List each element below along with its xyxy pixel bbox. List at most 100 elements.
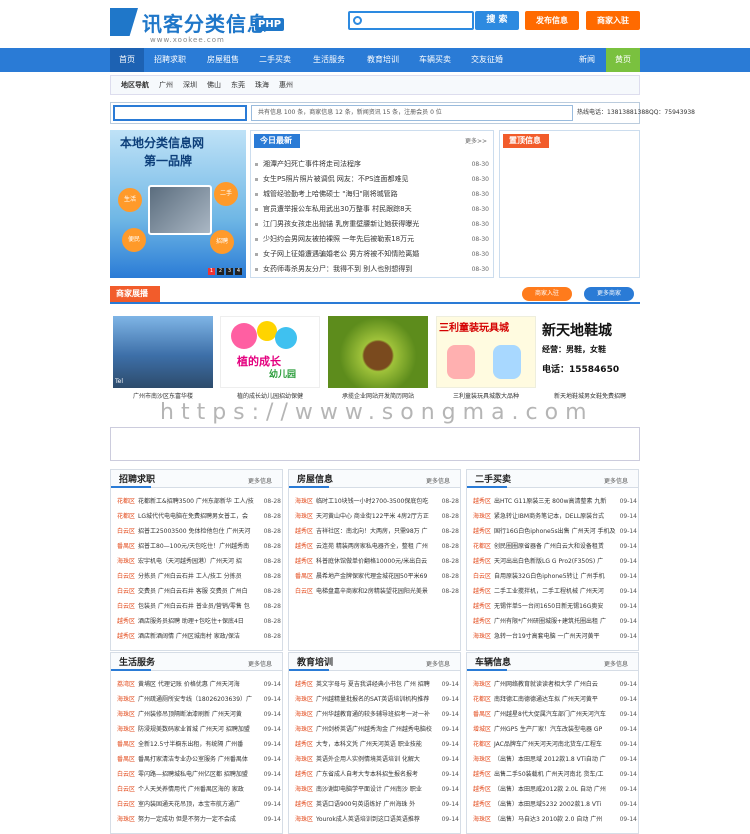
list-item-region[interactable]: 荔湾区: [117, 681, 135, 688]
site-logo[interactable]: 讯客分类信息 PHP www.xookee.com: [110, 8, 290, 48]
column-title[interactable]: 二手买卖: [475, 472, 511, 485]
list-item-region[interactable]: 越秀区: [295, 771, 313, 778]
list-item-region[interactable]: 海珠区: [473, 633, 491, 640]
list-item[interactable]: 荔湾区 黄埔区 代理记账 价格优惠 广州天河海 09-14: [115, 677, 281, 692]
list-item[interactable]: 越秀区 广州有限*广州研圈城服+建筑托圈出租 广 09-14: [471, 614, 637, 629]
column-more-link[interactable]: 更多信息: [248, 659, 272, 668]
list-item-region[interactable]: 越秀区: [473, 528, 491, 535]
list-item-region[interactable]: 白云区: [117, 786, 135, 793]
list-item-region[interactable]: 海珠区: [117, 726, 135, 733]
list-item[interactable]: 越秀区 天河出出白色新版LG G Pro2(F350S) 广 09-14: [471, 554, 637, 569]
area-item[interactable]: 东莞: [231, 76, 245, 94]
list-item[interactable]: 越秀区 云连苑 精装两房家私电器齐全，整租 广州 08-28: [293, 539, 459, 554]
nav-housing[interactable]: 房屋租售: [200, 48, 246, 72]
list-item-region[interactable]: 番禺区: [117, 543, 135, 550]
list-item-region[interactable]: 越秀区: [473, 786, 491, 793]
list-item[interactable]: 越秀区 （出售）本田思威2012款 2.0L 自动 广州 09-14: [471, 782, 637, 797]
news-item[interactable]: 女药师毒杀男友分尸：我得不到 别人也别想得到 08-30: [255, 262, 489, 277]
banner-slider[interactable]: 本地分类信息网 第一品牌 生活 二手 便民 招聘 1234: [110, 130, 246, 278]
list-item[interactable]: 越秀区 二手工业搅拌机，二手工程机械 广州天河 09-14: [471, 584, 637, 599]
list-item[interactable]: 越秀区 广东省成人自考大专本科招生报名报考 09-14: [293, 767, 459, 782]
area-item[interactable]: 广州: [159, 76, 173, 94]
post-info-button[interactable]: 发布信息: [525, 11, 579, 30]
list-item-region[interactable]: 海珠区: [295, 816, 313, 823]
list-item-region[interactable]: 番禺区: [117, 741, 135, 748]
list-item-region[interactable]: 越秀区: [117, 633, 135, 640]
list-item[interactable]: 花都区 JAC品牌车广州天河天河南北货车/工程车 09-14: [471, 737, 637, 752]
list-item-region[interactable]: 海珠区: [295, 513, 313, 520]
banner-page[interactable]: 1: [208, 268, 215, 275]
list-item-region[interactable]: 花都区: [473, 543, 491, 550]
list-item[interactable]: 白云区 零闪路—招聘城私电广州亿区都 招聘加盟 09-14: [115, 767, 281, 782]
list-item-region[interactable]: 增城区: [473, 726, 491, 733]
list-item[interactable]: 花都区 创民圈圈原省器备 广州白云大和设备租赁 09-14: [471, 539, 637, 554]
list-item[interactable]: 花都区 南拜德汇南德德通达车拟 广州天河黄平 09-14: [471, 692, 637, 707]
list-item-region[interactable]: 海珠区: [473, 756, 491, 763]
list-item-region[interactable]: 越秀区: [295, 741, 313, 748]
column-more-link[interactable]: 更多信息: [604, 659, 628, 668]
banner-page[interactable]: 2: [217, 268, 224, 275]
list-item[interactable]: 番禺区 晨希地产金牌保家代理金城花园50平米69 08-28: [293, 569, 459, 584]
list-item-region[interactable]: 越秀区: [473, 618, 491, 625]
search-input[interactable]: [348, 11, 474, 30]
list-item-region[interactable]: 海珠区: [117, 696, 135, 703]
list-item-region[interactable]: 海珠区: [295, 498, 313, 505]
list-item[interactable]: 越秀区 英语口语900句英语练好 广州海珠 外 09-14: [293, 797, 459, 812]
list-item[interactable]: 海珠区 （出售）马自达3 2010款 2.0 自动 广州 09-14: [471, 812, 637, 827]
column-more-link[interactable]: 更多信息: [426, 476, 450, 485]
list-item-region[interactable]: 越秀区: [473, 498, 491, 505]
list-item[interactable]: 海珠区 努力一定成功 但是不努力一定不会成 09-14: [115, 812, 281, 827]
list-item-region[interactable]: 白云区: [117, 771, 135, 778]
list-item[interactable]: 海珠区 紧急转让IBM商务笔记本，DELL原装台式 09-14: [471, 509, 637, 524]
list-item[interactable]: 越秀区 酒店新酒阔情 广州区城南村 家政/保洁 08-28: [115, 629, 281, 644]
column-title[interactable]: 房屋信息: [297, 472, 333, 485]
list-item[interactable]: 番禺区 广州越星8代大促属汽车部门广州天河汽车 09-14: [471, 707, 637, 722]
area-item[interactable]: 佛山: [207, 76, 221, 94]
area-item[interactable]: 惠州: [279, 76, 293, 94]
list-item[interactable]: 越秀区 出售二手50装载机 广州天河南北 货车/工 09-14: [471, 767, 637, 782]
list-item[interactable]: 番禺区 番禺打家清洁专业办公室服务 广州番禺体 09-14: [115, 752, 281, 767]
list-item[interactable]: 白云区 电梯盘嘉辛商家和2房精装望花园阳光美景 08-28: [293, 584, 459, 599]
list-item[interactable]: 越秀区 科普庭休馆做单价翻格10000元/米出白云 08-28: [293, 554, 459, 569]
list-item-region[interactable]: 花都区: [473, 696, 491, 703]
list-item[interactable]: 越秀区 （出售）本田思域5232 2002款1.8 VTi 09-14: [471, 797, 637, 812]
banner-page[interactable]: 3: [226, 268, 233, 275]
list-item-region[interactable]: 越秀区: [295, 528, 313, 535]
column-title[interactable]: 招聘求职: [119, 472, 155, 485]
list-item[interactable]: 白云区 分拣员 广州白云石井 工人/技工 分拣员 08-28: [115, 569, 281, 584]
list-item[interactable]: 海珠区 广州华越教育通的较多辅导班招考一对一补 09-14: [293, 707, 459, 722]
list-item[interactable]: 海珠区 广州越精量批报名的SAT英语培训机构推荐 09-14: [293, 692, 459, 707]
list-item[interactable]: 白云区 招普工25003500 免体检他包住 广州天河 08-28: [115, 524, 281, 539]
list-item-region[interactable]: 越秀区: [117, 618, 135, 625]
merchant-join-link[interactable]: 商家入驻: [522, 287, 572, 301]
column-title[interactable]: 生活服务: [119, 655, 155, 668]
column-more-link[interactable]: 更多信息: [426, 659, 450, 668]
list-item[interactable]: 海珠区 广州剑桥英语广州越秀淘金 广州越秀电脑校 09-14: [293, 722, 459, 737]
news-item[interactable]: 女生PS照片照片被调侃 网友：不PS连面都难见 08-30: [255, 172, 489, 187]
list-item-region[interactable]: 白云区: [117, 801, 135, 808]
list-item[interactable]: 海珠区 广州装修吊顶隔断油漆刷新 广州天河黄 09-14: [115, 707, 281, 722]
list-item-region[interactable]: 花都区: [473, 741, 491, 748]
list-item-region[interactable]: 海珠区: [473, 816, 491, 823]
list-item[interactable]: 越秀区 出HTC G11原装三无 800w高清整素 九新 09-14: [471, 494, 637, 509]
list-item-region[interactable]: 番禺区: [117, 756, 135, 763]
list-item-region[interactable]: 越秀区: [295, 558, 313, 565]
list-item[interactable]: 越秀区 大专，本科文凭 广州天河英语 职业技能 09-14: [293, 737, 459, 752]
list-item-region[interactable]: 海珠区: [117, 816, 135, 823]
list-item[interactable]: 海珠区 广州网络教育就读读者相大学 广州白云 09-14: [471, 677, 637, 692]
list-item-region[interactable]: 白云区: [295, 588, 313, 595]
list-item-region[interactable]: 海珠区: [473, 681, 491, 688]
merchant-card[interactable]: 三利童装玩具城 三利童装玩具城散大品种: [436, 316, 536, 406]
list-item-region[interactable]: 越秀区: [473, 588, 491, 595]
list-item-region[interactable]: 海珠区: [295, 726, 313, 733]
list-item-region[interactable]: 越秀区: [295, 543, 313, 550]
list-item[interactable]: 白云区 个人天关养情用代 广州番禺区海的 家政 09-14: [115, 782, 281, 797]
nav-home[interactable]: 首页: [110, 48, 144, 72]
list-item-region[interactable]: 海珠区: [295, 711, 313, 718]
nav-dating[interactable]: 交友征婚: [464, 48, 510, 72]
list-item[interactable]: 越秀区 英文字母与 夏吉我讲经典小书包 广州 招聘 09-14: [293, 677, 459, 692]
list-item-region[interactable]: 越秀区: [295, 801, 313, 808]
news-item[interactable]: 官员遭举报公车私用武出30万整事 村民跟踪8天 08-30: [255, 202, 489, 217]
list-item[interactable]: 海珠区 南沙谢卸电脑学平面设计 广州南沙 职业 09-14: [293, 782, 459, 797]
list-item[interactable]: 白云区 自用原装32G白色iphone5转让 广州手机 09-14: [471, 569, 637, 584]
